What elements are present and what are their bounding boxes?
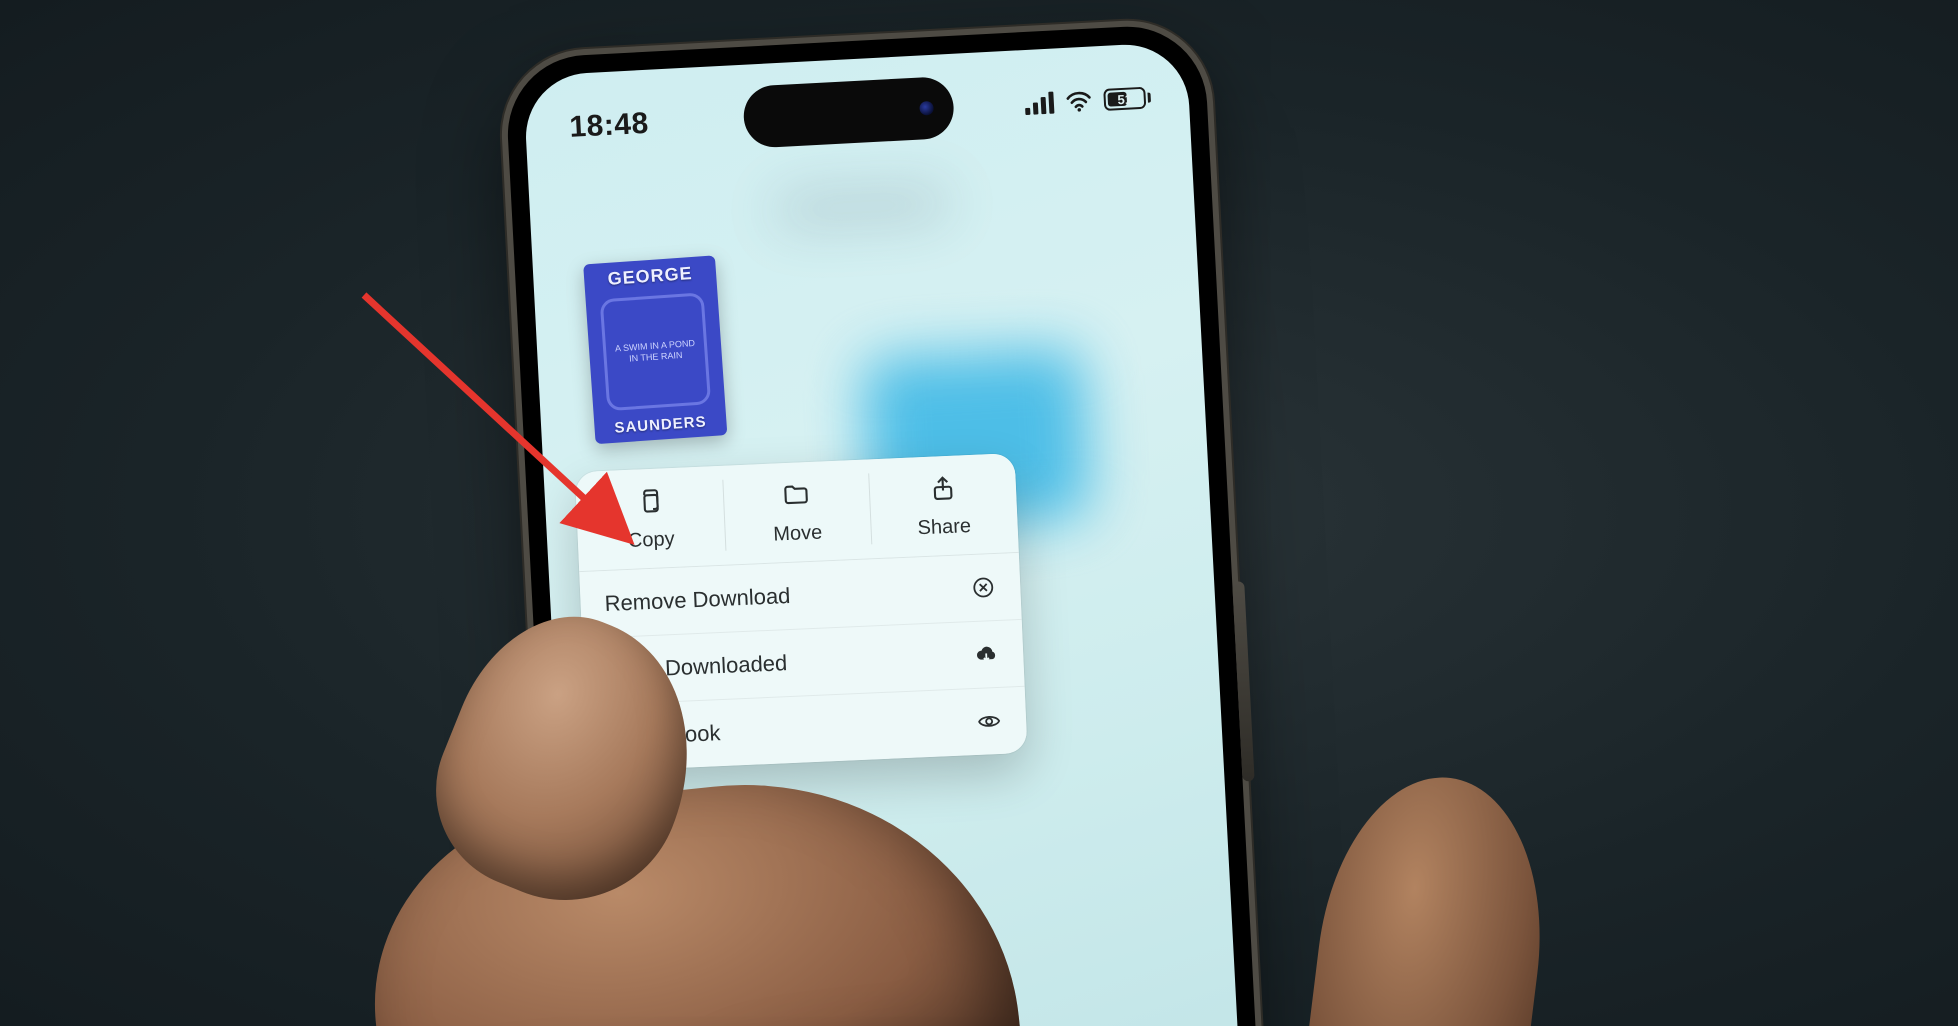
copy-label: Copy [627,528,675,553]
wifi-icon [1065,90,1092,113]
folder-icon [781,480,810,515]
battery-percent: 51 [1105,89,1144,109]
move-label: Move [773,521,823,546]
share-icon [928,474,957,509]
hand-fingers [1238,595,1478,986]
selected-file-thumbnail[interactable]: GEORGE A SWIM IN A POND IN THE RAIN SAUN… [583,255,727,444]
remove-download-icon [970,574,997,601]
eye-icon [976,708,1003,735]
menu-item-label: Remove Download [604,583,791,617]
battery-indicator: 51 [1103,86,1151,110]
share-button[interactable]: Share [868,453,1019,558]
book-author-first: GEORGE [584,261,717,291]
cellular-signal-icon [1024,92,1054,115]
share-label: Share [917,515,971,540]
copy-button[interactable]: Copy [575,466,726,571]
move-button[interactable]: Move [721,459,872,564]
copy-icon [635,486,664,521]
iphone-device-frame: 18:48 51 [504,23,1276,1026]
file-context-menu: Copy Move Share [575,453,1028,772]
menu-item-label: Keep Downloaded [607,650,788,684]
cloud-download-icon [973,641,1000,668]
book-title: A SWIM IN A POND IN THE RAIN [600,292,712,411]
book-author-last: SAUNDERS [594,412,727,438]
status-time: 18:48 [569,107,650,145]
menu-item-label: Quick Look [610,720,721,751]
iphone-screen: 18:48 51 [523,42,1257,1026]
